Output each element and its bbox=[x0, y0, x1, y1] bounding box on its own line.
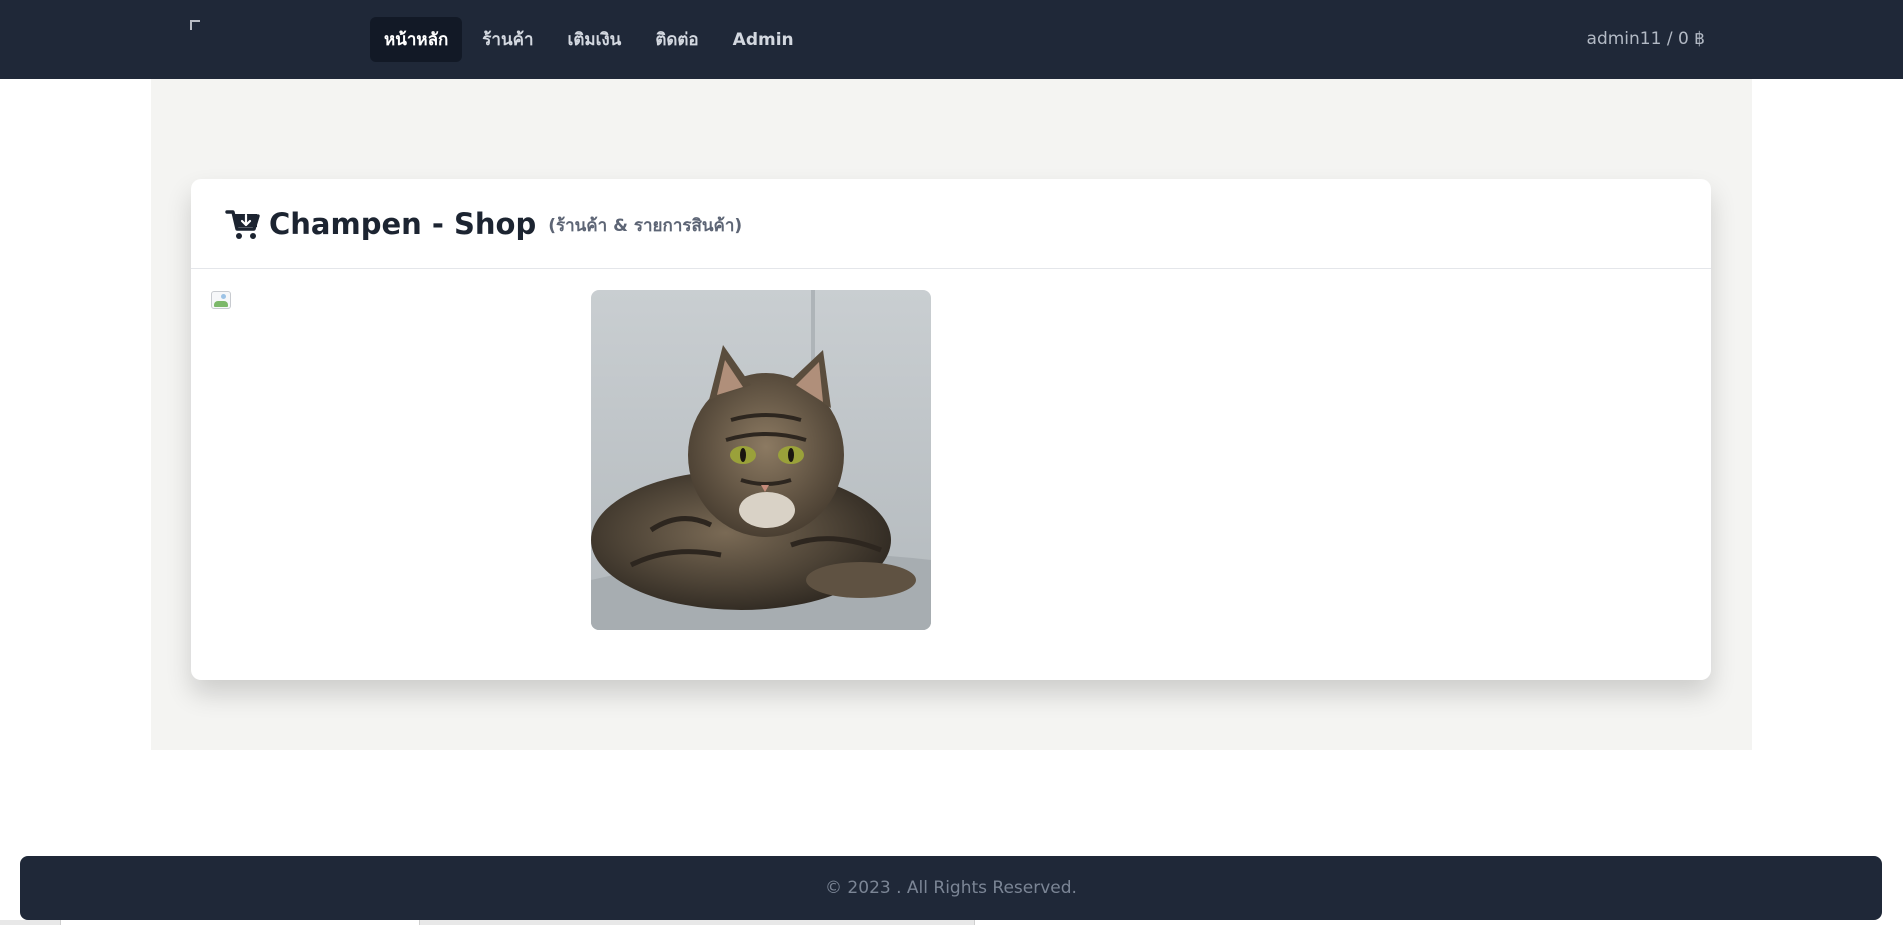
site-logo[interactable] bbox=[190, 20, 212, 40]
user-balance[interactable]: admin11 / 0 ฿ bbox=[1587, 29, 1705, 49]
cat-photo bbox=[591, 290, 931, 630]
nav-home[interactable]: หน้าหลัก bbox=[370, 17, 463, 62]
nav-contact[interactable]: ติดต่อ bbox=[641, 17, 712, 62]
top-navbar: หน้าหลัก ร้านค้า เติมเงิน ติดต่อ Admin a… bbox=[0, 0, 1903, 79]
product-image-cat[interactable] bbox=[591, 290, 931, 630]
shop-subtitle: (ร้านค้า & รายการสินค้า) bbox=[548, 215, 743, 236]
shop-card: Champen - Shop (ร้านค้า & รายการสินค้า) bbox=[191, 179, 1711, 680]
nav-topup[interactable]: เติมเงิน bbox=[554, 17, 636, 62]
cart-icon bbox=[225, 209, 260, 239]
broken-image-icon bbox=[190, 20, 200, 30]
main-nav: หน้าหลัก ร้านค้า เติมเงิน ติดต่อ Admin bbox=[370, 17, 808, 62]
nav-admin[interactable]: Admin bbox=[719, 17, 808, 62]
nav-shop[interactable]: ร้านค้า bbox=[468, 17, 547, 62]
broken-product-image[interactable] bbox=[211, 291, 233, 311]
browser-tab-strip bbox=[0, 920, 1903, 925]
card-header: Champen - Shop (ร้านค้า & รายการสินค้า) bbox=[191, 179, 1711, 269]
footer: © 2023 . All Rights Reserved. bbox=[20, 856, 1882, 920]
shop-title: Champen - Shop bbox=[269, 206, 537, 241]
copyright-text: © 2023 . All Rights Reserved. bbox=[825, 878, 1077, 898]
